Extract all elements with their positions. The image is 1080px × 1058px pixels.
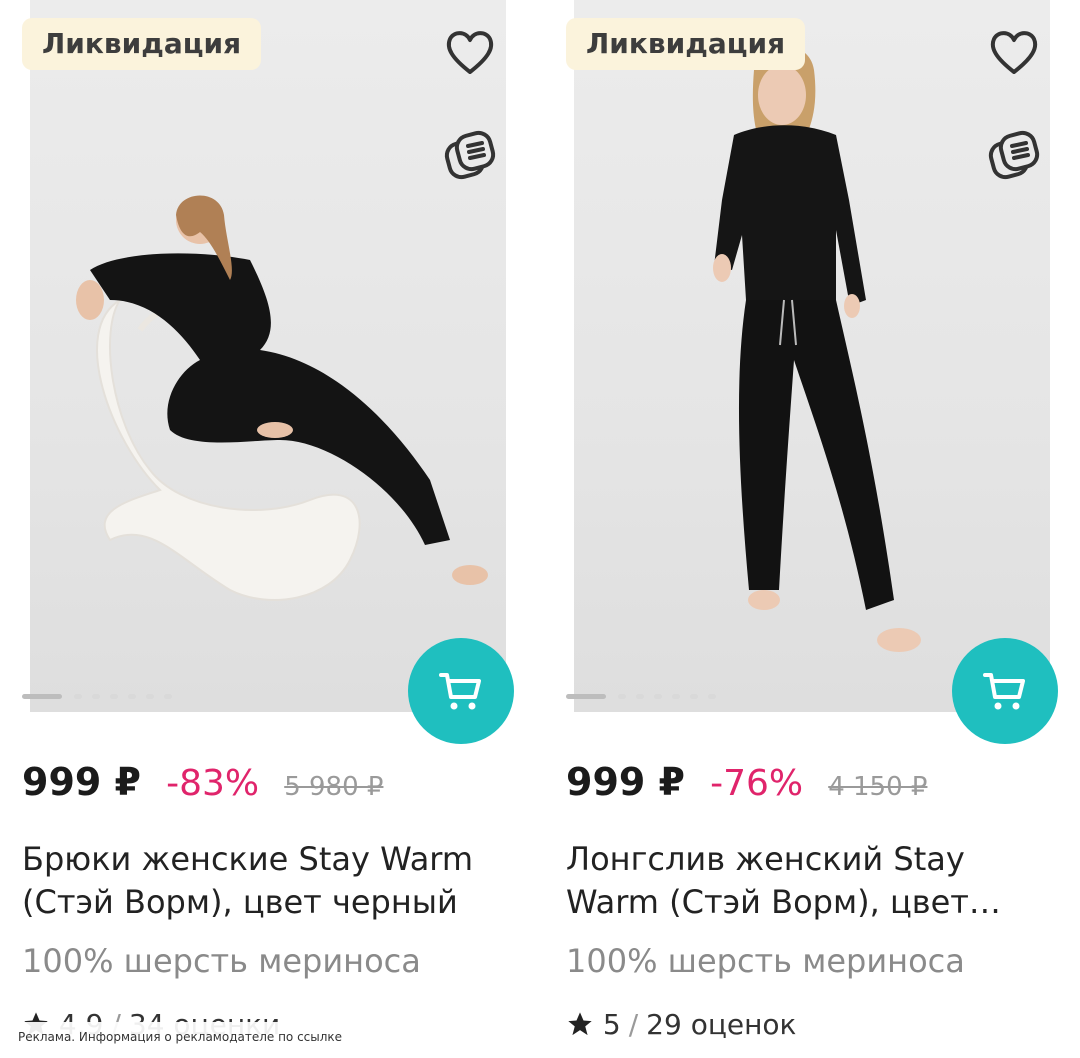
- current-price: 999 ₽: [22, 760, 141, 804]
- old-price: 4 150 ₽: [828, 772, 928, 802]
- heart-icon[interactable]: [442, 24, 498, 80]
- review-count[interactable]: 29 оценок: [646, 1008, 796, 1041]
- heart-icon[interactable]: [986, 24, 1042, 80]
- rating-value: 5: [602, 1008, 621, 1041]
- rating: 5/29 оценок: [566, 1008, 796, 1045]
- price-row: 999 ₽ -76% 4 150 ₽: [566, 760, 927, 810]
- similar-products-icon[interactable]: [986, 128, 1042, 184]
- product-card[interactable]: Ликвидация 999 ₽ -83% 5 980 ₽ Брюки женс…: [22, 0, 542, 1058]
- liquidation-badge: Ликвидация: [22, 18, 262, 70]
- discount-percent: -83%: [166, 763, 260, 804]
- product-image[interactable]: [574, 0, 1050, 712]
- product-title[interactable]: Брюки женские Stay Warm (Стэй Ворм), цве…: [22, 838, 502, 924]
- star-icon: [566, 1010, 594, 1045]
- liquidation-badge: Ликвидация: [566, 18, 806, 70]
- discount-percent: -76%: [710, 763, 804, 804]
- cart-icon: [439, 673, 481, 710]
- old-price: 5 980 ₽: [284, 772, 384, 802]
- cart-icon: [983, 673, 1025, 710]
- add-to-cart-button[interactable]: [408, 638, 514, 744]
- current-price: 999 ₽: [566, 760, 685, 804]
- product-image[interactable]: [30, 0, 506, 712]
- product-title[interactable]: Лонгслив женский Stay Warm (Стэй Ворм), …: [566, 838, 1046, 924]
- product-card[interactable]: Ликвидация 999 ₽ -76% 4 150 ₽ Лонгслив ж…: [566, 0, 1080, 1058]
- product-material: 100% шерсть мериноса: [22, 942, 421, 980]
- similar-products-icon[interactable]: [442, 128, 498, 184]
- price-row: 999 ₽ -83% 5 980 ₽: [22, 760, 383, 810]
- add-to-cart-button[interactable]: [952, 638, 1058, 744]
- ad-disclosure[interactable]: Реклама. Информация о рекламодателе по с…: [10, 1022, 351, 1052]
- product-material: 100% шерсть мериноса: [566, 942, 965, 980]
